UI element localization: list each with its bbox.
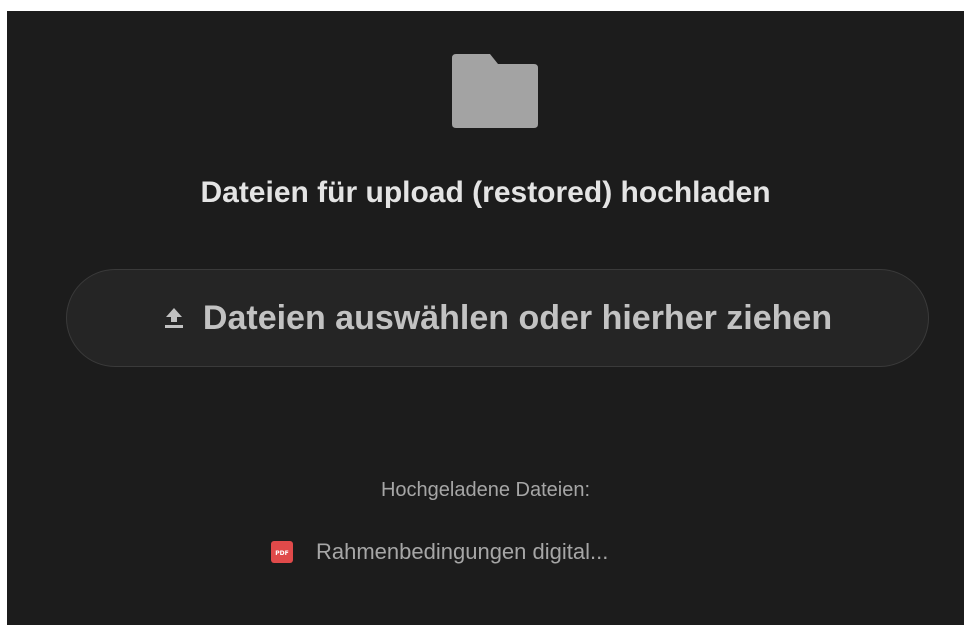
upload-button-label: Dateien auswählen oder hierher ziehen bbox=[202, 299, 833, 337]
uploaded-file-item[interactable]: PDF Rahmenbedingungen digital... bbox=[270, 538, 608, 566]
pdf-file-icon: PDF bbox=[271, 541, 293, 563]
uploaded-files-heading: Hochgeladene Dateien: bbox=[380, 479, 591, 501]
folder-icon bbox=[452, 54, 538, 128]
page-title: Dateien für upload (restored) hochladen bbox=[200, 176, 771, 209]
pdf-icon-text: PDF bbox=[275, 550, 288, 557]
upload-icon bbox=[164, 308, 183, 328]
file-select-dropzone-button[interactable]: Dateien auswählen oder hierher ziehen bbox=[66, 269, 929, 367]
uploaded-file-name: Rahmenbedingungen digital... bbox=[316, 539, 609, 564]
upload-panel: Dateien für upload (restored) hochladen … bbox=[7, 11, 964, 625]
